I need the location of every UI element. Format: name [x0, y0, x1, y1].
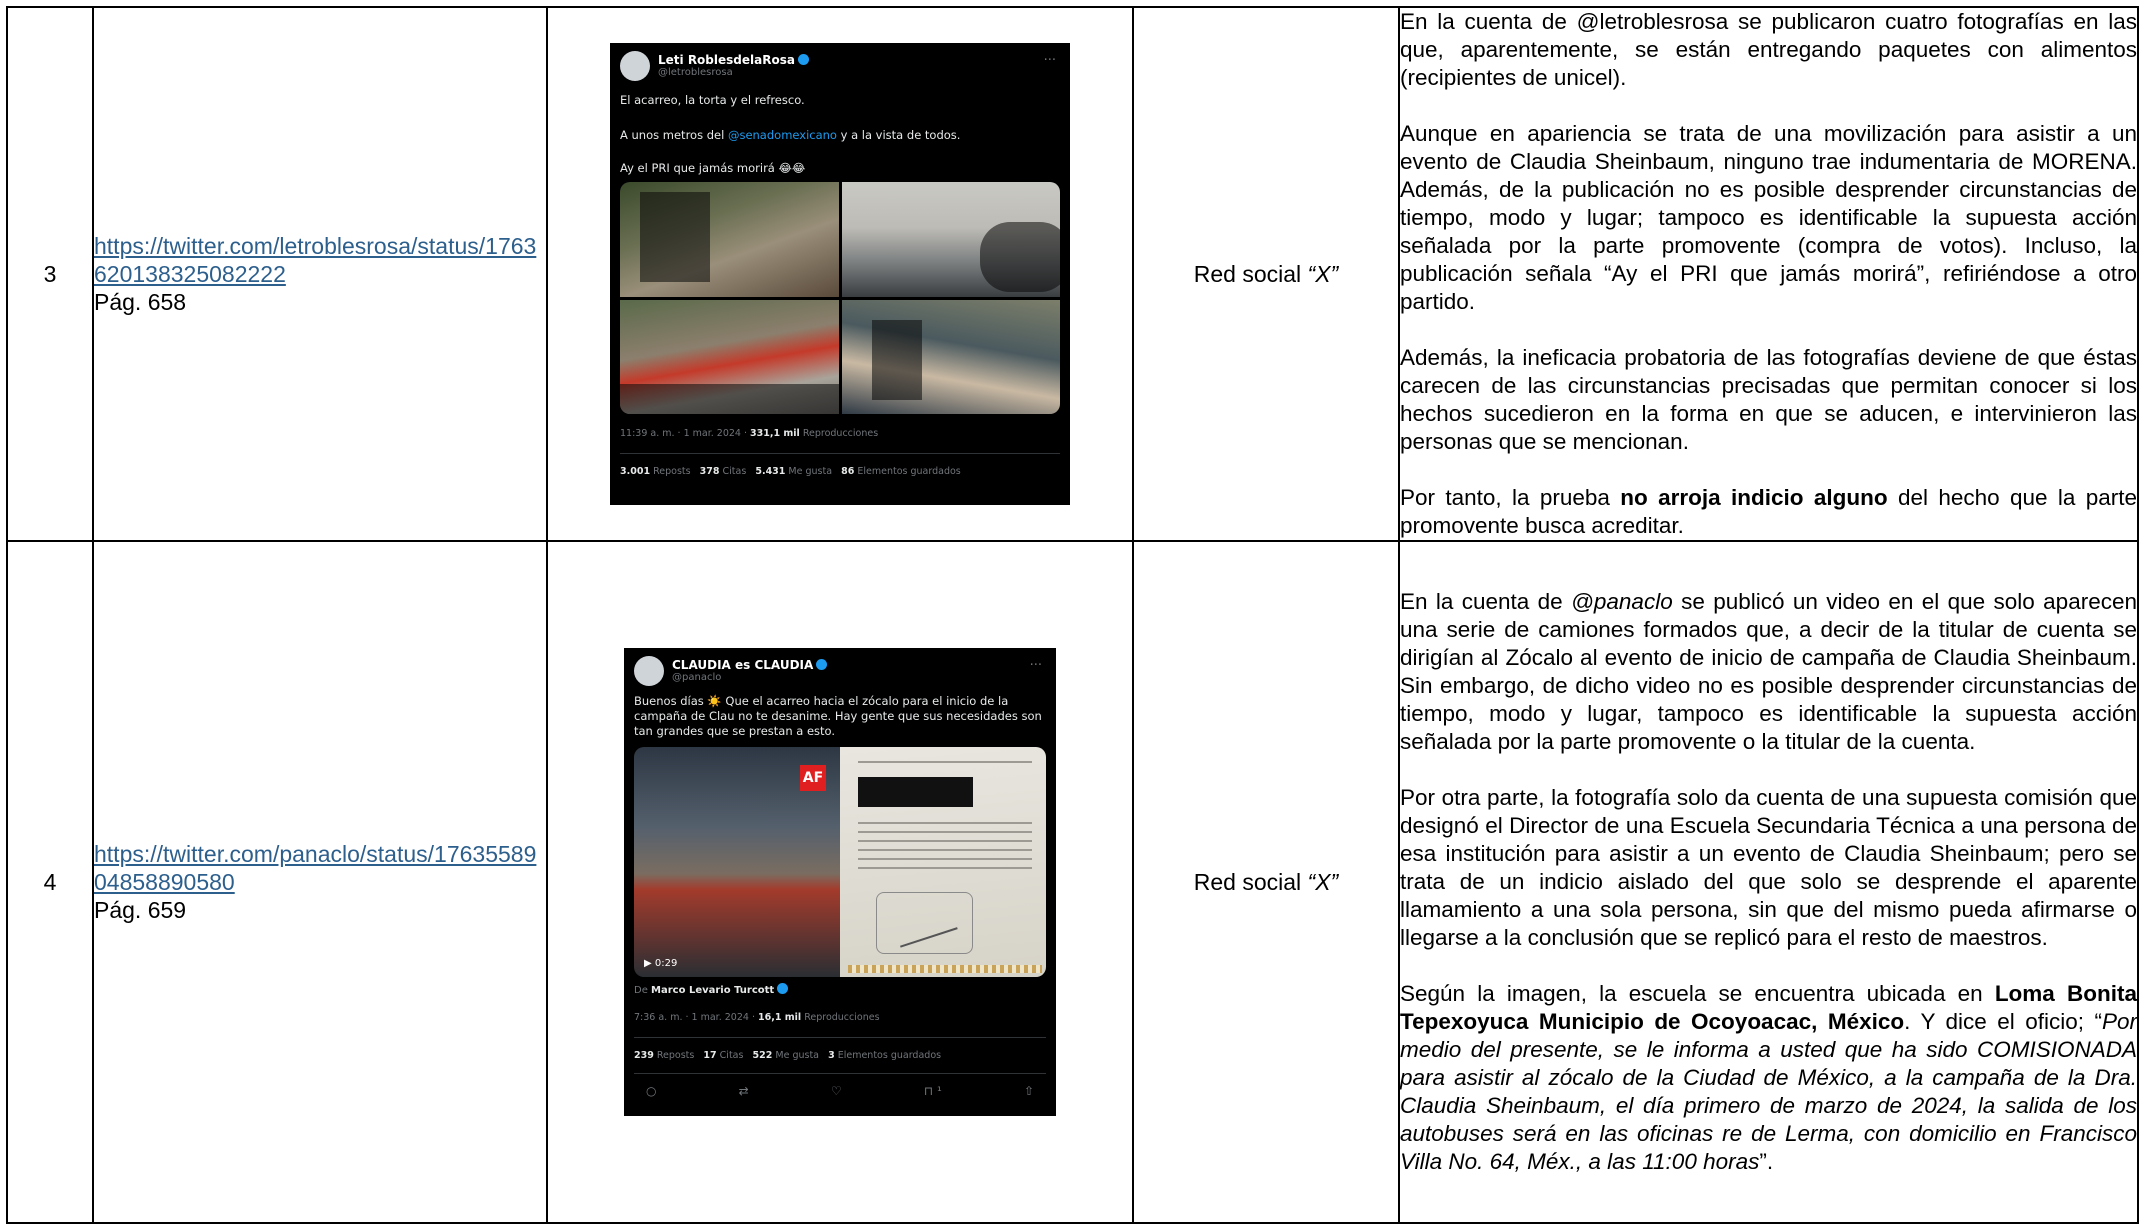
verified-badge-icon [816, 659, 828, 670]
video-play-icon: ▶ 0:29 [644, 958, 678, 969]
tweet-handle: @letroblesrosa [658, 67, 733, 78]
page-reference: Pág. 658 [94, 289, 187, 315]
description-paragraph: En la cuenta de @panaclo se publicó un v… [1400, 589, 2137, 754]
tweet-meta: 11:39 a. m. · 1 mar. 2024 · 331,1 mil Re… [620, 428, 879, 439]
page-reference: Pág. 659 [94, 897, 187, 923]
tweet-meta: 7:36 a. m. · 1 mar. 2024 · 16,1 mil Repr… [634, 1012, 880, 1023]
verified-badge-icon [797, 54, 809, 65]
evidence-image-cell: Leti RoblesdelaRosa @letroblesrosa ··· E… [546, 6, 1134, 542]
table-row: 3 https://twitter.com/letroblesrosa/stat… [6, 6, 2139, 542]
tweet-text-line: Ay el PRI que jamás morirá 😂😂 [620, 161, 806, 175]
description-paragraph: Por tanto, la prueba no arroja indicio a… [1400, 485, 2137, 538]
tweet-text-line: El acarreo, la torta y el refresco. [620, 93, 805, 107]
description-paragraph: Aunque en apariencia se trata de una mov… [1400, 121, 2137, 314]
source-link[interactable]: https://twitter.com/letroblesrosa/status… [94, 232, 546, 288]
medium-cell: Red social “X” [1132, 540, 1400, 1224]
source-cell: https://twitter.com/letroblesrosa/status… [92, 6, 548, 542]
tweet-photo [841, 182, 1060, 297]
source-cell: https://twitter.com/panaclo/status/17635… [92, 540, 548, 1224]
tweet-photo-grid [620, 182, 1060, 414]
tweet-header: Leti RoblesdelaRosa @letroblesrosa ··· [620, 51, 1060, 81]
tweet-header: CLAUDIA es CLAUDIA @panaclo ··· [634, 656, 1046, 686]
description-paragraph: Por otra parte, la fotografía solo da cu… [1400, 785, 2137, 950]
medium-cell: Red social “X” [1132, 6, 1400, 542]
medium-label: Red social [1193, 868, 1308, 895]
tweet-stats: 239 Reposts 17 Citas 522 Me gusta 3 Elem… [634, 1037, 1046, 1061]
description-paragraph: Según la imagen, la escuela se encuentra… [1400, 981, 2138, 1174]
tweet-author-name: CLAUDIA es CLAUDIA [672, 658, 814, 672]
description-cell: En la cuenta de @panaclo se publicó un v… [1398, 540, 2139, 1224]
description-paragraph: Además, la ineficacia probatoria de las … [1400, 345, 2137, 454]
tweet-handle: @panaclo [672, 672, 722, 683]
tweet-photo [620, 299, 839, 414]
description-cell: En la cuenta de @letroblesrosa se public… [1398, 6, 2139, 542]
more-options-icon: ··· [1029, 658, 1042, 673]
avatar [634, 656, 664, 686]
avatar [620, 51, 650, 81]
tweet-author-name: Leti RoblesdelaRosa [658, 53, 795, 67]
redaction-block [858, 777, 973, 807]
document-border [848, 965, 1042, 973]
mention-link: @senadomexicano [727, 128, 837, 142]
tweet-screenshot: Leti RoblesdelaRosa @letroblesrosa ··· E… [610, 43, 1070, 505]
tweet-text-line: A unos metros del @senadomexicano y a la… [620, 128, 961, 142]
tweet-text: Buenos días ☀️ Que el acarreo hacia el z… [634, 694, 1042, 738]
row-number: 4 [6, 540, 94, 1224]
table-row: 4 https://twitter.com/panaclo/status/176… [6, 540, 2139, 1224]
document-photo [840, 747, 1046, 977]
tweet-media: AF ▶ 0:29 [634, 747, 1046, 977]
sun-icon: ☀️ [707, 694, 722, 708]
source-link[interactable]: https://twitter.com/panaclo/status/17635… [94, 840, 546, 896]
description-paragraph: En la cuenta de @letroblesrosa se public… [1400, 9, 2137, 90]
tweet-photo [841, 299, 1060, 414]
tweet-actions: ○ ⇄ ♡ ⊓ ¹ ⇧ [634, 1073, 1046, 1098]
row-number: 3 [6, 6, 94, 542]
evidence-table: 3 https://twitter.com/letroblesrosa/stat… [6, 6, 2139, 1224]
tweet-photo [620, 182, 839, 297]
tweet-stats: 3.001 Reposts 378 Citas 5.431 Me gusta 8… [620, 453, 1060, 477]
medium-name: “X” [1307, 260, 1339, 287]
share-icon[interactable]: ⇧ [1024, 1084, 1034, 1098]
like-icon[interactable]: ♡ [831, 1084, 842, 1098]
evidence-image-cell: CLAUDIA es CLAUDIA @panaclo ··· Buenos d… [546, 540, 1134, 1224]
tweet-video[interactable]: AF ▶ 0:29 [634, 747, 840, 977]
medium-name: “X” [1307, 868, 1339, 895]
more-options-icon: ··· [1043, 53, 1056, 68]
tweet-screenshot: CLAUDIA es CLAUDIA @panaclo ··· Buenos d… [624, 648, 1056, 1116]
verified-badge-icon [777, 983, 789, 994]
af-logo: AF [800, 765, 826, 791]
video-source: De Marco Levario Turcott [634, 983, 1046, 998]
repost-icon[interactable]: ⇄ [739, 1084, 749, 1098]
medium-label: Red social [1193, 260, 1308, 287]
reply-icon[interactable]: ○ [646, 1084, 656, 1098]
bookmark-icon[interactable]: ⊓ ¹ [924, 1084, 942, 1098]
